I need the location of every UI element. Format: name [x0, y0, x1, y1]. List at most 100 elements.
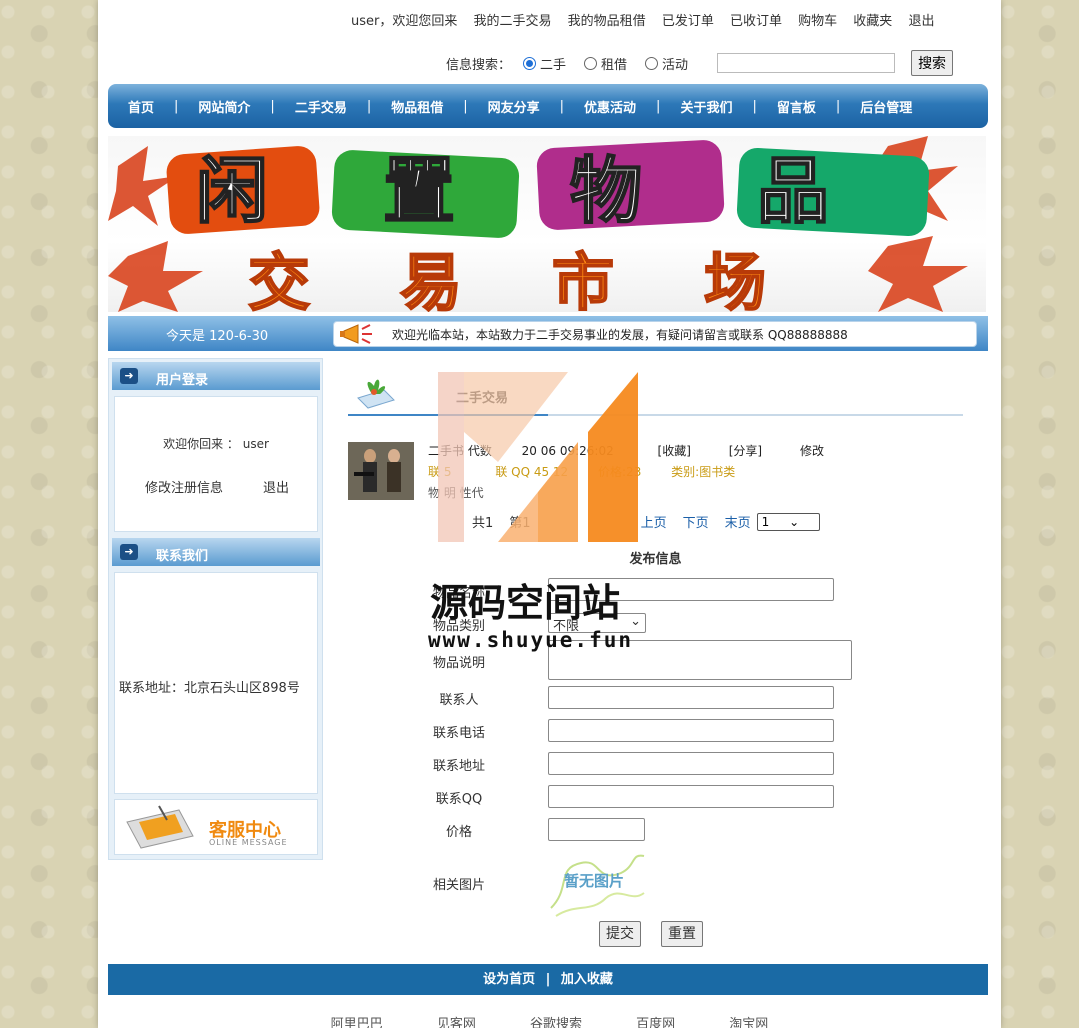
- radio-activity[interactable]: [645, 56, 659, 70]
- service-center-banner[interactable]: 客服中心 OLINE MESSAGE: [114, 799, 318, 855]
- form-title: 发布信息: [629, 552, 682, 567]
- main-content: 二手交易 二手书 代数 20 06 09:26:02 [收藏] [分享] 修改 …: [348, 370, 963, 947]
- tablet-icon: [126, 805, 194, 849]
- link-sent-orders[interactable]: 已发订单: [662, 14, 714, 29]
- image-placeholder[interactable]: 暂无图片: [546, 848, 646, 918]
- item-favorite-link[interactable]: [收藏]: [658, 444, 691, 458]
- link-logout[interactable]: 退出: [908, 14, 934, 29]
- search-label: 信息搜索：: [446, 57, 512, 73]
- chevron-down-icon: ⌄: [630, 614, 641, 629]
- pager-next[interactable]: 下页: [683, 512, 709, 531]
- arrow-right-icon: ➜: [120, 368, 138, 384]
- chevron-down-icon: ⌄: [789, 514, 800, 529]
- item-line-1: 二手书 代数 20 06 09:26:02 [收藏] [分享] 修改: [428, 442, 824, 459]
- item-title[interactable]: 二手书 代数: [428, 444, 492, 458]
- qq-field[interactable]: [548, 785, 834, 808]
- nav-separator: |: [366, 98, 372, 114]
- section-underline: [348, 414, 548, 416]
- banner-subtitle: 交易市场: [248, 246, 856, 312]
- contact-panel-header: ➜ 联系我们: [112, 538, 320, 566]
- link-my-secondhand[interactable]: 我的二手交易: [474, 14, 552, 29]
- item-thumbnail[interactable]: [348, 442, 414, 500]
- nav-secondhand[interactable]: 二手交易: [295, 97, 347, 116]
- link-baidu[interactable]: 百度网: [636, 1017, 675, 1028]
- nav-separator: |: [559, 98, 565, 114]
- top-links: user，欢迎您回来 我的二手交易 我的物品租借 已发订单 已收订单 购物车 收…: [351, 10, 946, 29]
- hero-banner: 闲置物品 交易市场: [108, 136, 986, 312]
- nav-guestbook[interactable]: 留言板: [777, 97, 816, 116]
- link-cart[interactable]: 购物车: [798, 14, 837, 29]
- item-photo: [348, 442, 414, 500]
- price-field[interactable]: [548, 818, 645, 841]
- contact-panel-title: 联系我们: [156, 549, 209, 564]
- link-received-orders[interactable]: 已收订单: [730, 14, 782, 29]
- notice-text: 欢迎光临本站，本站致力于二手交易事业的发展，有疑问请留言或联系 QQ888888…: [392, 328, 848, 342]
- page-select-value: 1: [761, 514, 770, 529]
- arrow-right-icon: ➜: [120, 544, 138, 560]
- nav-rental[interactable]: 物品租借: [391, 97, 443, 116]
- image-label: 相关图片: [432, 878, 485, 893]
- bookmark-link[interactable]: 加入收藏: [561, 972, 613, 987]
- radio-secondhand-label: 二手: [540, 57, 567, 73]
- nav-admin[interactable]: 后台管理: [860, 97, 912, 116]
- nav-share[interactable]: 网友分享: [488, 97, 540, 116]
- pager-prev[interactable]: 上页: [641, 512, 667, 531]
- nav-home[interactable]: 首页: [128, 97, 154, 116]
- footer-separator: |: [545, 972, 551, 987]
- address-field[interactable]: [548, 752, 834, 775]
- pager-total: 共1: [472, 516, 494, 531]
- pagination: 共1 第1 上页 下页 末页 1 ⌄: [472, 512, 836, 531]
- link-my-rental[interactable]: 我的物品租借: [568, 14, 646, 29]
- friend-links: 阿里巴巴 见客网 谷歌搜索 百度网 淘宝网: [98, 1013, 1001, 1028]
- welcome-text: user，欢迎您回来: [351, 14, 458, 29]
- search-button[interactable]: 搜索: [911, 50, 954, 76]
- nav-separator: |: [656, 98, 661, 114]
- login-panel-header: ➜ 用户登录: [112, 362, 320, 390]
- phone-label: 联系电话: [432, 726, 485, 741]
- nav-about-us[interactable]: 关于我们: [680, 97, 732, 116]
- radio-rental-label: 租借: [601, 57, 628, 73]
- desc-label: 物品说明: [432, 656, 485, 671]
- pager-last[interactable]: 末页: [725, 512, 751, 531]
- price-label: 价格: [445, 825, 472, 840]
- item-description: 物 明 性代: [428, 486, 484, 500]
- set-home-link[interactable]: 设为首页: [483, 972, 535, 987]
- link-taobao[interactable]: 淘宝网: [729, 1017, 768, 1028]
- link-alibaba[interactable]: 阿里巴巴: [331, 1017, 383, 1028]
- nav-separator: |: [835, 98, 841, 114]
- contact-panel: 联系地址：北京石头山区898号: [114, 572, 318, 794]
- contact-address: 联系地址：北京石头山区898号: [119, 681, 300, 696]
- radio-secondhand[interactable]: [523, 56, 537, 70]
- search-input[interactable]: [717, 53, 896, 73]
- service-center-subtitle: OLINE MESSAGE: [209, 838, 288, 847]
- phone-field[interactable]: [548, 719, 834, 742]
- item-price: 价格:23: [598, 465, 642, 479]
- page-select[interactable]: 1 ⌄: [756, 512, 821, 531]
- item-share-link[interactable]: [分享]: [729, 444, 762, 458]
- qq-label: 联系QQ: [435, 792, 483, 807]
- nav-about-site[interactable]: 网站简介: [198, 97, 250, 116]
- item-edit-link[interactable]: 修改: [800, 444, 824, 458]
- nav-separator: |: [174, 98, 179, 114]
- date-bar: 今天是 120-6-30 欢迎光临本站，本站致力于二手交易事业的发展，有疑问请留…: [108, 316, 988, 351]
- main-nav: 首页 | 网站简介 | 二手交易 | 物品租借 | 网友分享 | 优惠活动 | 关于我们 | …: [108, 84, 988, 128]
- megaphone-icon: [340, 324, 372, 344]
- radio-rental[interactable]: [584, 56, 598, 70]
- pager-current: 第1: [509, 516, 531, 531]
- contact-label: 联系人: [439, 693, 479, 708]
- radio-activity-label: 活动: [662, 57, 689, 73]
- link-google[interactable]: 谷歌搜索: [530, 1017, 582, 1028]
- image-placeholder-text: 暂无图片: [564, 872, 625, 890]
- contact-field[interactable]: [548, 686, 834, 709]
- page-container: user，欢迎您回来 我的二手交易 我的物品租借 已发订单 已收订单 购物车 收…: [98, 0, 1001, 1028]
- sidebar-logout-link[interactable]: 退出: [263, 477, 289, 496]
- submit-button[interactable]: 提交: [599, 921, 641, 947]
- reset-button[interactable]: 重置: [661, 921, 703, 947]
- edit-profile-link[interactable]: 修改注册信息: [145, 477, 223, 496]
- watermark-url: www.shuyue.fun: [428, 628, 634, 652]
- link-favorites[interactable]: 收藏夹: [853, 14, 892, 29]
- nav-promotions[interactable]: 优惠活动: [584, 97, 636, 116]
- today-date: 今天是 120-6-30: [166, 329, 269, 344]
- link-jianke[interactable]: 见客网: [437, 1017, 476, 1028]
- login-panel-title: 用户登录: [156, 373, 209, 388]
